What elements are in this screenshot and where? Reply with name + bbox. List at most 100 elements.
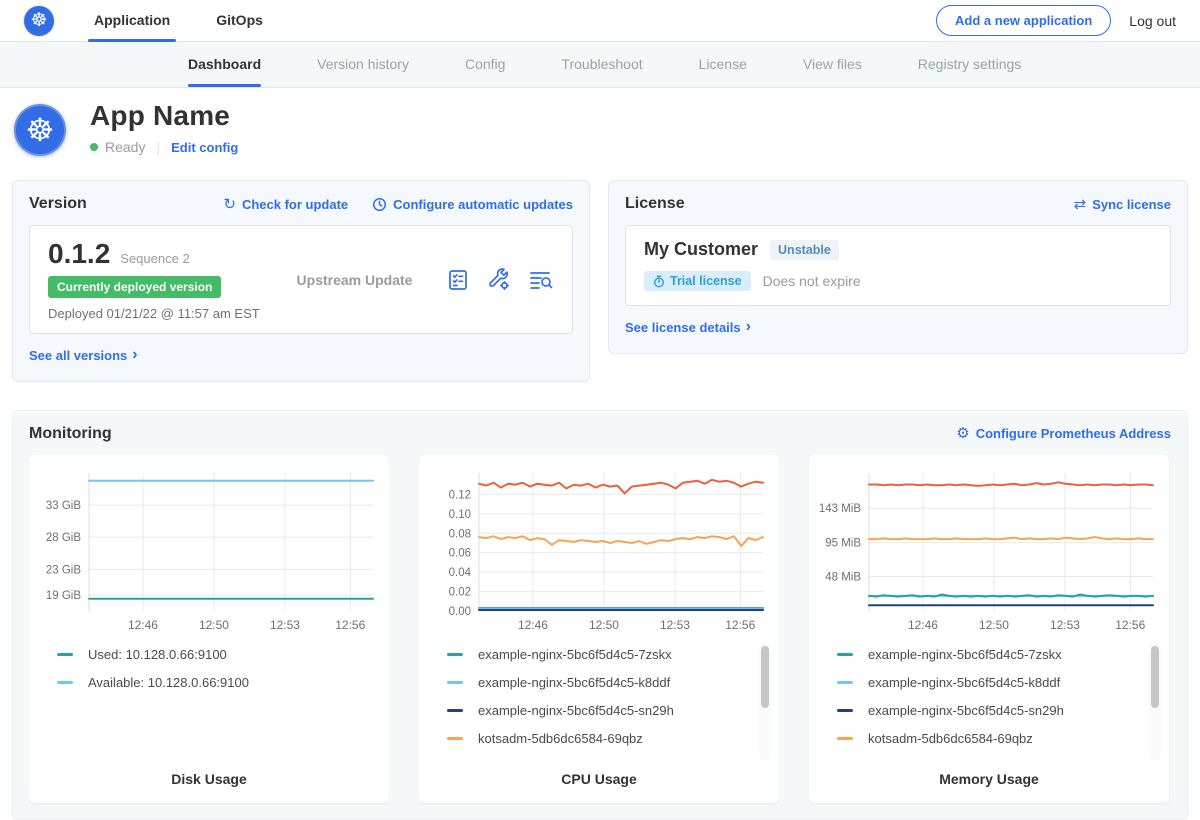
current-version-card: 0.1.2 Sequence 2 Currently deployed vers… bbox=[29, 225, 573, 334]
sync-license-link[interactable]: ⇄ Sync license bbox=[1074, 197, 1171, 212]
summary-cards-row: Version ↻ Check for update Configure aut… bbox=[0, 172, 1200, 382]
legend-dash-icon bbox=[57, 681, 73, 684]
see-license-details-link[interactable]: See license details › bbox=[625, 319, 751, 335]
legend-item: example-nginx-5bc6f5d4c5-k8ddf bbox=[447, 675, 757, 690]
license-panel-title: License bbox=[625, 195, 685, 213]
legend-label: example-nginx-5bc6f5d4c5-sn29h bbox=[478, 703, 674, 718]
svg-text:33 GiB: 33 GiB bbox=[46, 500, 81, 512]
divider: | bbox=[156, 139, 160, 155]
legend-label: kotsadm-5db6dc6584-69qbz bbox=[478, 731, 643, 746]
svg-text:12:53: 12:53 bbox=[270, 618, 300, 632]
chart-card-disk-usage: 19 GiB23 GiB28 GiB33 GiB12:4612:5012:531… bbox=[29, 455, 389, 803]
legend-item: kotsadm-5db6dc6584-69qbz bbox=[447, 731, 757, 746]
chart-legend-disk-usage: Used: 10.128.0.66:9100 Available: 10.128.… bbox=[29, 639, 389, 767]
tab-troubleshoot[interactable]: Troubleshoot bbox=[561, 42, 642, 87]
svg-text:143 MiB: 143 MiB bbox=[819, 503, 862, 515]
tab-config[interactable]: Config bbox=[465, 42, 505, 87]
chart-card-memory-usage: 48 MiB95 MiB143 MiB12:4612:5012:5312:56e… bbox=[809, 455, 1169, 803]
legend-label: example-nginx-5bc6f5d4c5-7zskx bbox=[478, 647, 672, 662]
legend-dash-icon bbox=[447, 653, 463, 656]
chart-plot-memory-usage: 48 MiB95 MiB143 MiB12:4612:5012:5312:56 bbox=[817, 463, 1161, 639]
svg-text:12:50: 12:50 bbox=[199, 618, 229, 632]
deploy-logs-icon[interactable] bbox=[528, 268, 554, 292]
legend-item: example-nginx-5bc6f5d4c5-sn29h bbox=[837, 703, 1147, 718]
svg-text:12:50: 12:50 bbox=[979, 618, 1009, 632]
svg-text:48 MiB: 48 MiB bbox=[825, 571, 861, 583]
config-wrench-icon[interactable] bbox=[487, 268, 511, 292]
deployed-timestamp: Deployed 01/21/22 @ 11:57 am EST bbox=[48, 306, 263, 321]
license-panel: License ⇄ Sync license My Customer Unsta… bbox=[608, 180, 1188, 354]
svg-text:0.02: 0.02 bbox=[449, 586, 471, 598]
tab-dashboard[interactable]: Dashboard bbox=[188, 42, 261, 87]
configure-automatic-updates-link[interactable]: Configure automatic updates bbox=[372, 197, 573, 212]
chart-title-cpu-usage: CPU Usage bbox=[419, 767, 779, 803]
tab-version-history[interactable]: Version history bbox=[317, 42, 409, 87]
tab-view-files[interactable]: View files bbox=[803, 42, 862, 87]
refresh-icon: ↻ bbox=[223, 197, 236, 212]
legend-scrollbar-thumb[interactable] bbox=[1151, 646, 1159, 708]
chart-plot-disk-usage: 19 GiB23 GiB28 GiB33 GiB12:4612:5012:531… bbox=[37, 463, 381, 639]
stopwatch-icon bbox=[653, 275, 665, 288]
topnav-tab-application[interactable]: Application bbox=[94, 0, 170, 42]
svg-text:12:56: 12:56 bbox=[335, 618, 365, 632]
svg-text:0.08: 0.08 bbox=[449, 528, 471, 540]
svg-text:0.10: 0.10 bbox=[449, 508, 471, 520]
legend-item: Used: 10.128.0.66:9100 bbox=[57, 647, 367, 662]
deployed-badge: Currently deployed version bbox=[48, 276, 221, 298]
legend-scrollbar-thumb[interactable] bbox=[761, 646, 769, 708]
legend-item: example-nginx-5bc6f5d4c5-7zskx bbox=[447, 647, 757, 662]
svg-text:0.06: 0.06 bbox=[449, 547, 471, 559]
legend-dash-icon bbox=[837, 653, 853, 656]
legend-dash-icon bbox=[57, 653, 73, 656]
svg-text:12:46: 12:46 bbox=[518, 618, 548, 632]
legend-label: Available: 10.128.0.66:9100 bbox=[88, 675, 249, 690]
preflight-checks-icon[interactable] bbox=[446, 268, 470, 292]
trial-license-badge: Trial license bbox=[644, 271, 751, 291]
subnav-tabs: Dashboard Version history Config Troublesho… bbox=[188, 42, 1077, 87]
svg-text:95 MiB: 95 MiB bbox=[825, 537, 861, 549]
legend-item: example-nginx-5bc6f5d4c5-7zskx bbox=[837, 647, 1147, 662]
topnav-tabs: Application GitOps bbox=[94, 0, 309, 42]
legend-label: example-nginx-5bc6f5d4c5-k8ddf bbox=[478, 675, 670, 690]
legend-dash-icon bbox=[447, 737, 463, 740]
svg-text:12:46: 12:46 bbox=[908, 618, 938, 632]
chart-legend-cpu-usage: example-nginx-5bc6f5d4c5-7zskx example-ng… bbox=[419, 639, 779, 767]
monitoring-panel: Monitoring ⚙ Configure Prometheus Addres… bbox=[12, 410, 1188, 820]
legend-dash-icon bbox=[447, 681, 463, 684]
chart-card-cpu-usage: 0.000.020.040.060.080.100.1212:4612:5012… bbox=[419, 455, 779, 803]
monitoring-title: Monitoring bbox=[29, 425, 112, 443]
configure-prometheus-link[interactable]: ⚙ Configure Prometheus Address bbox=[956, 426, 1171, 441]
kubernetes-logo-icon[interactable]: ☸ bbox=[24, 6, 54, 36]
chevron-right-icon: › bbox=[746, 319, 751, 335]
sync-icon: ⇄ bbox=[1074, 197, 1087, 212]
gear-icon: ⚙ bbox=[956, 426, 969, 441]
svg-text:12:46: 12:46 bbox=[128, 618, 158, 632]
customer-name: My Customer bbox=[644, 239, 758, 260]
add-application-button[interactable]: Add a new application bbox=[936, 5, 1111, 36]
logout-button[interactable]: Log out bbox=[1129, 13, 1176, 29]
charts-row: 19 GiB23 GiB28 GiB33 GiB12:4612:5012:531… bbox=[29, 455, 1171, 803]
edit-config-link[interactable]: Edit config bbox=[171, 140, 238, 155]
svg-text:12:53: 12:53 bbox=[1050, 618, 1080, 632]
svg-text:0.04: 0.04 bbox=[449, 567, 472, 579]
svg-text:12:56: 12:56 bbox=[725, 618, 755, 632]
upstream-update-label: Upstream Update bbox=[263, 272, 446, 288]
tab-license[interactable]: License bbox=[699, 42, 747, 87]
sequence-label: Sequence 2 bbox=[120, 251, 189, 266]
legend-dash-icon bbox=[837, 737, 853, 740]
topnav-tab-gitops[interactable]: GitOps bbox=[216, 0, 263, 42]
app-avatar-kubernetes-icon: ☸ bbox=[14, 104, 66, 156]
legend-item: example-nginx-5bc6f5d4c5-sn29h bbox=[447, 703, 757, 718]
legend-label: example-nginx-5bc6f5d4c5-7zskx bbox=[868, 647, 1062, 662]
svg-text:0.00: 0.00 bbox=[449, 606, 471, 618]
tab-registry-settings[interactable]: Registry settings bbox=[918, 42, 1021, 87]
see-all-versions-link[interactable]: See all versions › bbox=[29, 347, 138, 363]
status-dot bbox=[90, 143, 98, 151]
svg-text:23 GiB: 23 GiB bbox=[46, 564, 81, 576]
svg-text:19 GiB: 19 GiB bbox=[46, 589, 81, 601]
legend-label: example-nginx-5bc6f5d4c5-k8ddf bbox=[868, 675, 1060, 690]
app-subnav: Dashboard Version history Config Troublesho… bbox=[0, 42, 1200, 88]
version-panel-title: Version bbox=[29, 195, 87, 213]
legend-dash-icon bbox=[837, 709, 853, 712]
check-for-update-link[interactable]: ↻ Check for update bbox=[223, 197, 348, 212]
